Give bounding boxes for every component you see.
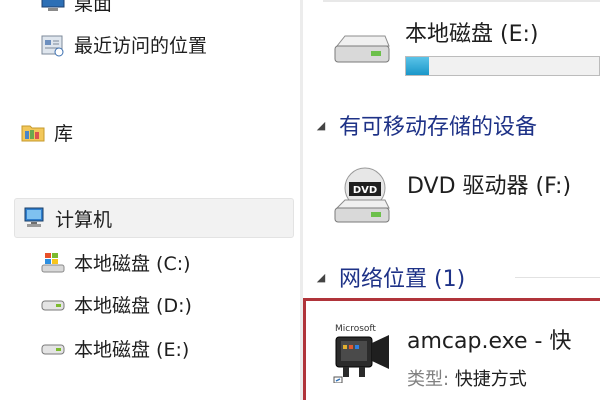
nav-item-drive-d[interactable]: 本地磁盘 (D:) [40, 288, 192, 320]
drive-usage-bar [405, 56, 600, 76]
drive-e-name: 本地磁盘 (E:) [405, 22, 539, 47]
shortcut-name: amcap.exe - 快 [407, 329, 572, 354]
shortcut-type-value: 快捷方式 [454, 369, 527, 390]
drive-usage-fill [406, 57, 430, 75]
microsoft-logo-text: Microsoft [335, 324, 376, 334]
section-header-network[interactable]: ◢ 网络位置 (1) [303, 262, 465, 292]
nav-item-label: 最近访问的位置 [74, 34, 208, 57]
nav-item-computer[interactable]: 计算机 [14, 198, 294, 238]
section-header-removable[interactable]: ◢ 有可移动存储的设备 [303, 110, 537, 140]
section-divider [515, 277, 600, 278]
nav-item-label: 桌面 [74, 0, 113, 15]
dvd-drive-tile[interactable]: DVD DVD 驱动器 (F:) [303, 150, 600, 240]
nav-item-label: 计算机 [55, 208, 113, 231]
highlighted-shortcut[interactable]: Microsoft amcap.exe - 快 类型: 快捷方式 [303, 298, 600, 400]
collapse-triangle-icon[interactable]: ◢ [311, 119, 331, 132]
desktop-icon [40, 0, 66, 13]
nav-item-label: 本地磁盘 (C:) [74, 252, 191, 275]
hard-drive-icon [331, 30, 391, 74]
dvd-drive-name: DVD 驱动器 (F:) [407, 174, 572, 199]
windows-drive-icon [40, 251, 66, 273]
recent-places-icon [40, 33, 66, 57]
nav-item-drive-c[interactable]: 本地磁盘 (C:) [40, 246, 191, 278]
nav-item-label: 库 [54, 122, 74, 145]
dvd-drive-icon: DVD [331, 162, 391, 230]
shortcut-type-row: 类型: 快捷方式 [407, 365, 527, 391]
hard-drive-icon [40, 337, 66, 359]
navigation-pane: 桌面 最近访问的位置 库 计算机 本地磁盘 (C:) 本地磁盘 (D:) 本地磁… [0, 0, 300, 400]
camera-shortcut-icon: Microsoft [333, 321, 395, 387]
nav-item-recent-places[interactable]: 最近访问的位置 [40, 28, 207, 60]
nav-item-label: 本地磁盘 (D:) [74, 294, 192, 317]
computer-icon [21, 207, 47, 229]
section-header-label: 网络位置 (1) [339, 267, 466, 292]
nav-item-library[interactable]: 库 [20, 116, 73, 148]
content-pane: 本地磁盘 (E:) ◢ 有可移动存储的设备 DVD DVD 驱动器 (F:) ◢… [303, 0, 600, 400]
dvd-logo-text: DVD [353, 185, 377, 196]
nav-item-label: 本地磁盘 (E:) [74, 338, 190, 361]
collapse-triangle-icon[interactable]: ◢ [311, 271, 331, 284]
library-icon [20, 121, 46, 143]
shortcut-type-label: 类型: [407, 369, 450, 390]
hard-drive-icon [40, 293, 66, 315]
nav-item-desktop[interactable]: 桌面 [40, 0, 112, 18]
section-header-label: 有可移动存储的设备 [339, 115, 538, 140]
nav-item-drive-e[interactable]: 本地磁盘 (E:) [40, 332, 189, 364]
drive-e-tile[interactable]: 本地磁盘 (E:) [303, 0, 600, 90]
